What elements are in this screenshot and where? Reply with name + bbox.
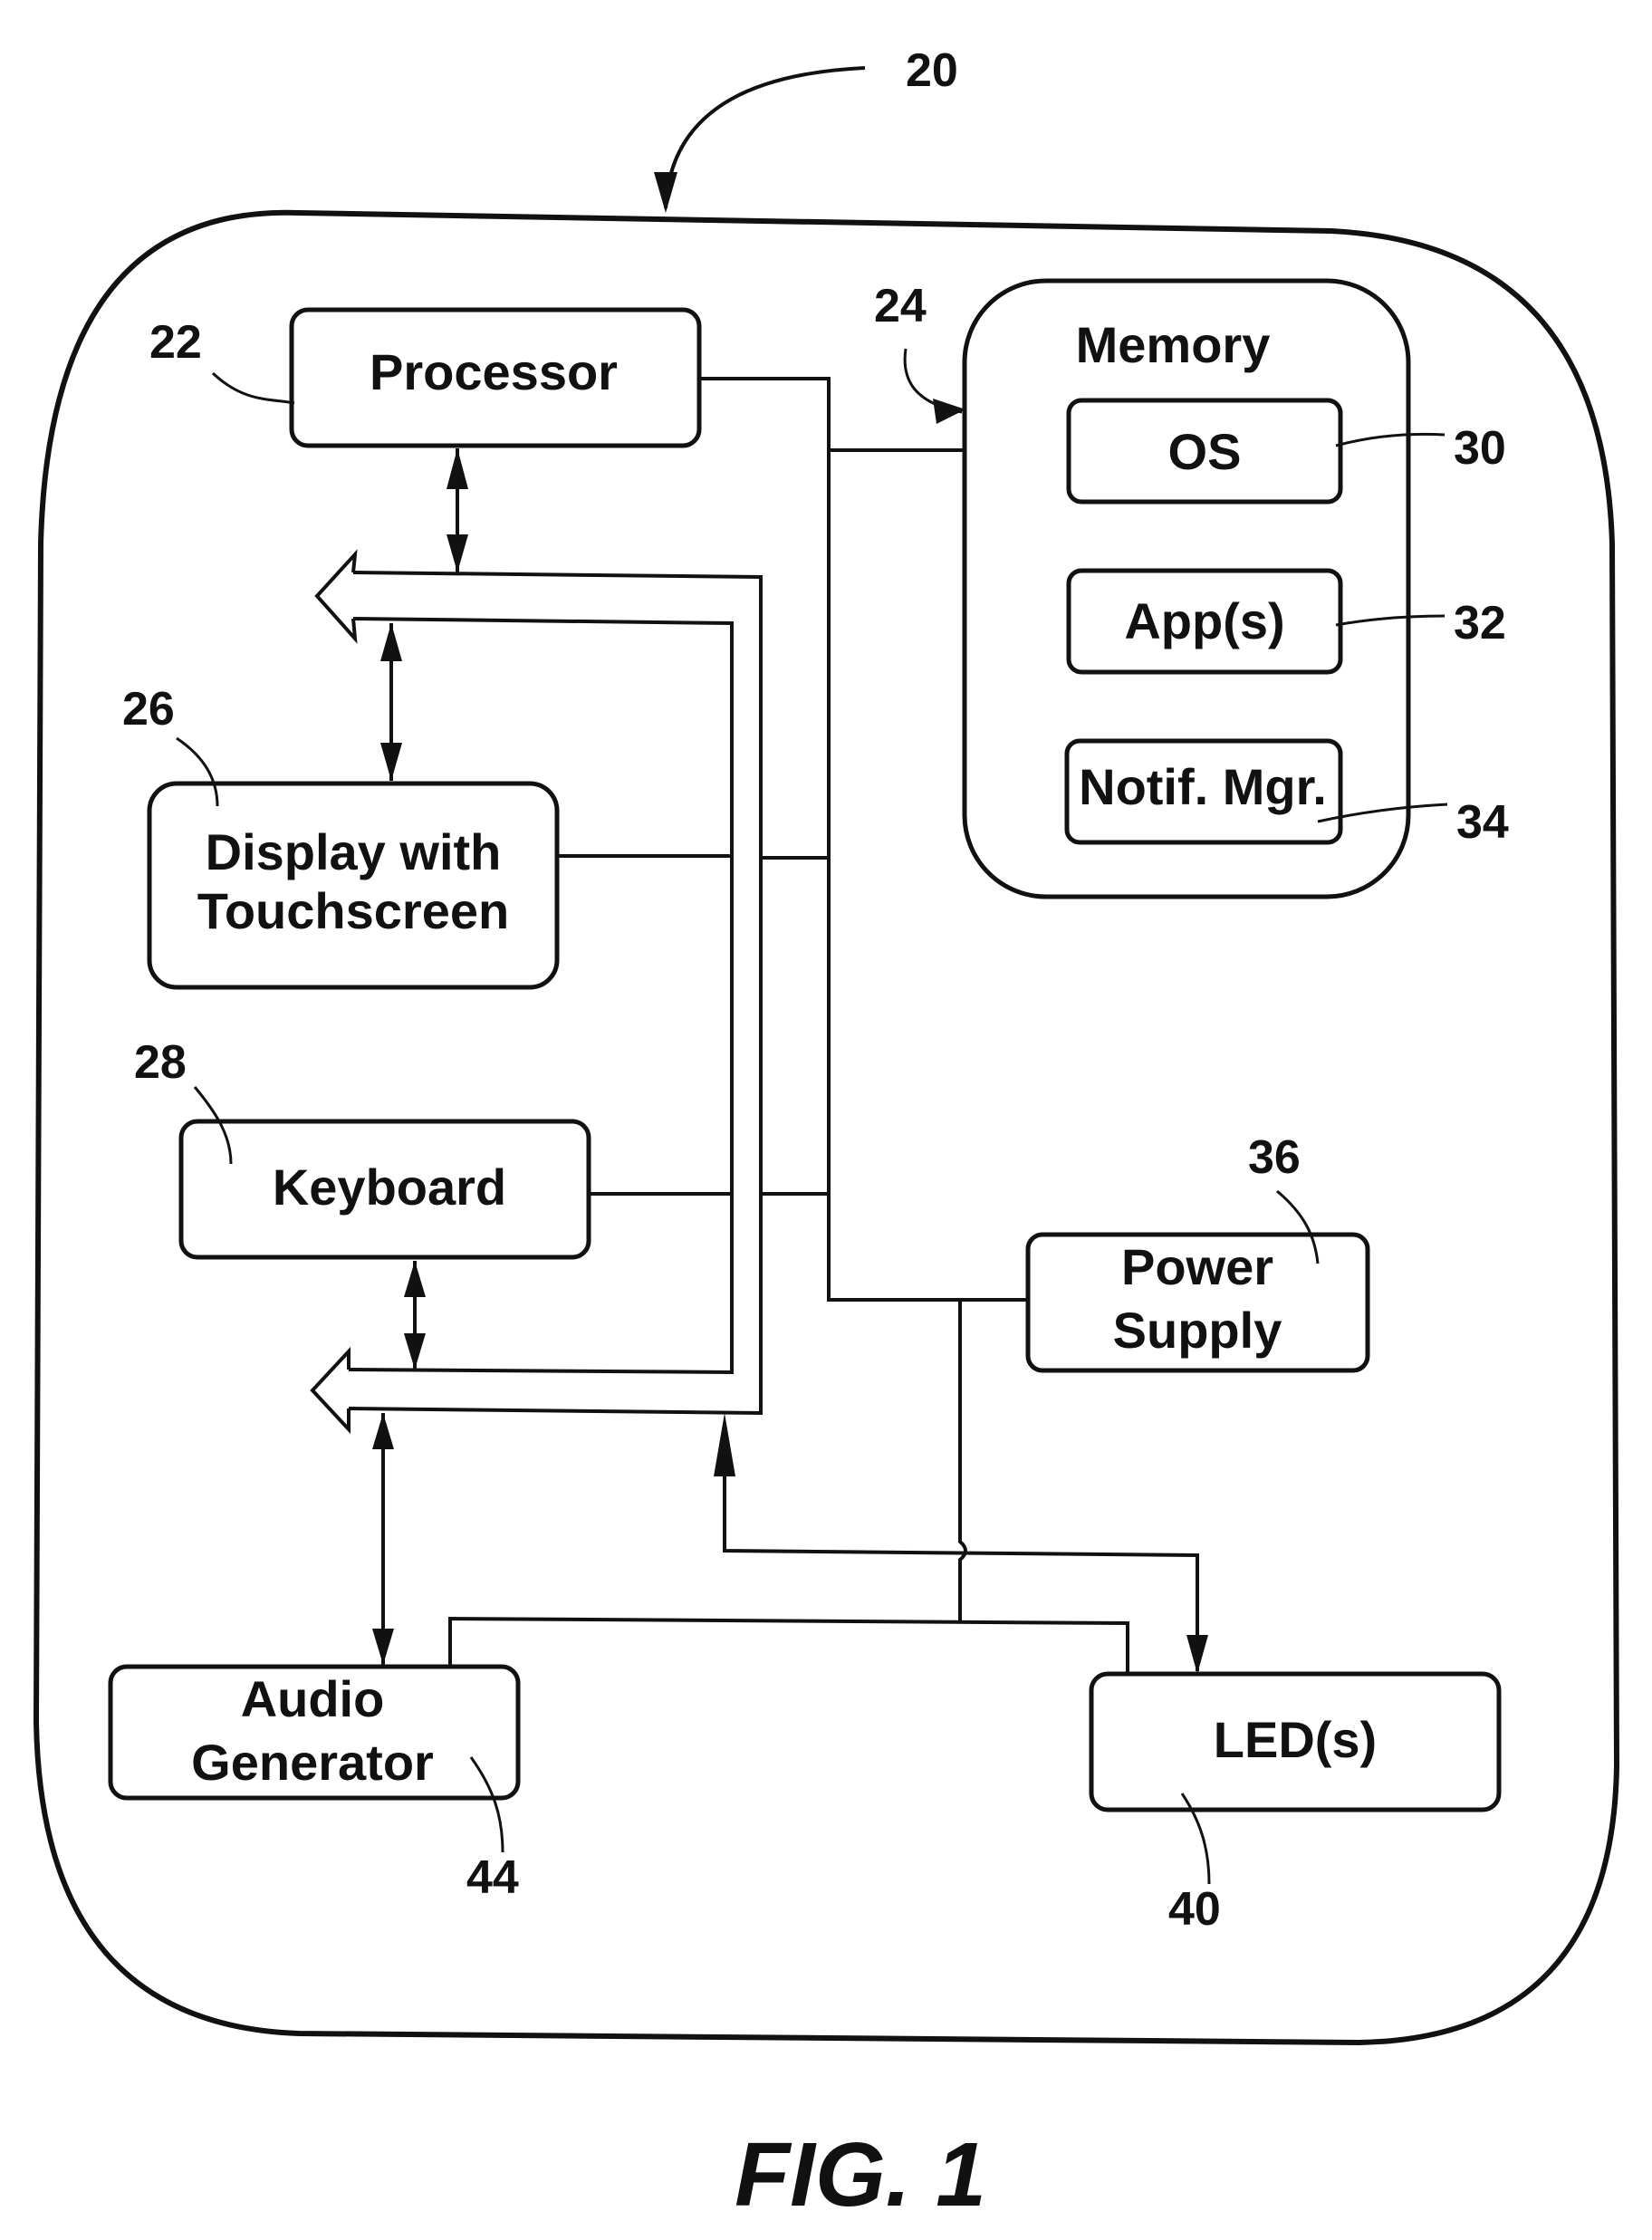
- ref-36: 36: [1248, 1131, 1301, 1184]
- ref-44: 44: [466, 1851, 519, 1904]
- audio-generator-label-line1: Audio: [241, 1670, 385, 1727]
- processor-label: Processor: [370, 343, 618, 400]
- os-label: OS: [1168, 423, 1242, 480]
- display-label-line2: Touchscreen: [197, 882, 509, 939]
- block-diagram: 20 Processor 22 Memory 24 OS 30 App(s) 3…: [33, 44, 1620, 2226]
- ref-20: 20: [906, 44, 958, 97]
- notif-mgr-label: Notif. Mgr.: [1079, 758, 1327, 815]
- keyboard-label: Keyboard: [273, 1158, 506, 1216]
- ref-26: 26: [122, 683, 175, 735]
- leds-label: LED(s): [1214, 1711, 1377, 1768]
- audio-generator-label-line2: Generator: [191, 1734, 434, 1791]
- ref-30: 30: [1454, 422, 1506, 475]
- ref-20-arrowhead: [654, 172, 677, 213]
- ref-28: 28: [134, 1036, 187, 1089]
- ref-22: 22: [149, 316, 202, 369]
- power-supply-label-line2: Supply: [1113, 1302, 1282, 1359]
- ref-20-leader: [664, 66, 866, 209]
- power-supply-label-line1: Power: [1121, 1238, 1273, 1295]
- ref-32: 32: [1454, 597, 1506, 649]
- memory-label: Memory: [1076, 316, 1271, 373]
- display-label-line1: Display with: [206, 823, 502, 880]
- figure-caption: FIG. 1: [735, 2124, 986, 2226]
- apps-label: App(s): [1124, 592, 1284, 649]
- ref-34: 34: [1456, 796, 1509, 849]
- ref-40: 40: [1168, 1883, 1221, 1936]
- ref-24: 24: [874, 280, 927, 332]
